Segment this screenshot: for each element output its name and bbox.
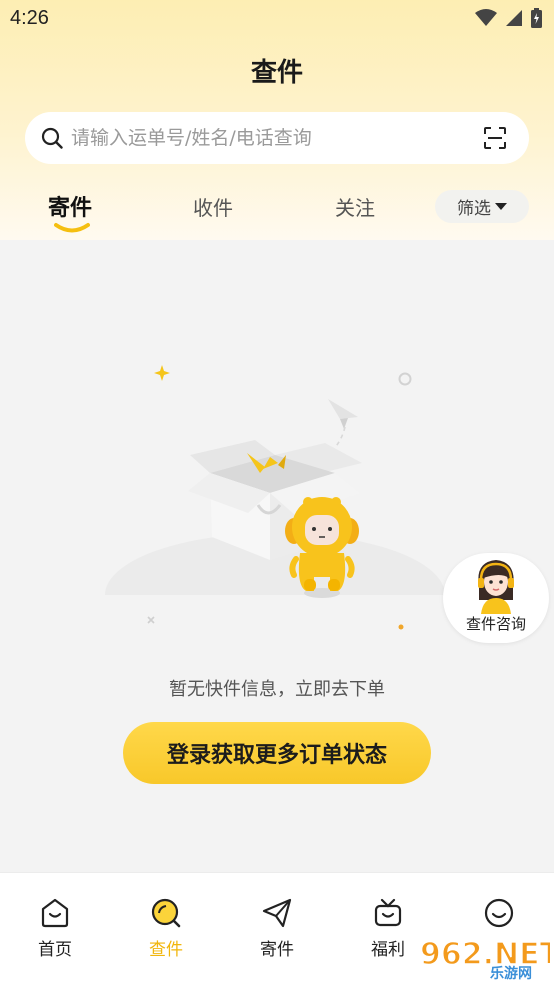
consult-label: 查件咨询	[465, 615, 526, 633]
home-face-icon	[41, 898, 69, 928]
tab-send[interactable]: 寄件	[48, 190, 92, 222]
smile-icon	[484, 898, 514, 928]
nav-search-package[interactable]: 查件	[111, 873, 221, 984]
signal-icon	[506, 10, 522, 26]
login-button[interactable]: 登录获取更多订单状态	[123, 722, 431, 784]
gift-tv-icon	[374, 898, 402, 927]
nav-send[interactable]: 寄件	[222, 873, 332, 984]
nav-home[interactable]: 首页	[0, 873, 110, 984]
wifi-icon	[475, 9, 497, 26]
empty-box-illustration	[100, 365, 450, 635]
paper-plane-icon	[262, 898, 292, 928]
consult-button[interactable]: 查件咨询	[443, 553, 549, 643]
scan-icon[interactable]	[483, 126, 507, 150]
search-input[interactable]	[71, 112, 471, 164]
tab-receive[interactable]: 收件	[193, 192, 233, 221]
empty-state-message: 暂无快件信息，立即去下单	[169, 679, 385, 700]
nav-home-label: 首页	[38, 940, 72, 960]
filter-button[interactable]: 筛选	[435, 190, 529, 223]
status-icons	[475, 8, 542, 28]
battery-icon	[531, 8, 542, 28]
page-title: 查件	[250, 58, 303, 88]
nav-search-package-label: 查件	[149, 940, 183, 960]
filter-label: 筛选	[457, 199, 491, 219]
search-package-icon	[151, 898, 181, 928]
status-bar: 4:26	[0, 0, 554, 38]
active-tab-indicator	[54, 223, 90, 233]
status-time: 4:26	[10, 7, 49, 29]
caret-down-icon	[495, 202, 507, 210]
nav-send-label: 寄件	[260, 940, 294, 960]
svg-text:乐游网: 乐游网	[490, 965, 532, 980]
tab-follow[interactable]: 关注	[335, 192, 375, 221]
search-bar[interactable]	[25, 112, 529, 164]
agent-avatar	[478, 560, 514, 614]
search-icon	[41, 127, 63, 149]
watermark-logo: 962.NET 乐游网	[419, 936, 550, 980]
